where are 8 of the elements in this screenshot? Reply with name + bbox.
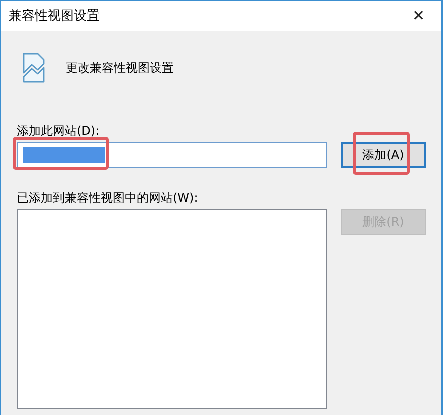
field-label: 添加此网站(D): (17, 123, 101, 139)
broken-page-icon (23, 53, 45, 83)
list-label: 已添加到兼容性视图中的网站(W): (17, 190, 200, 206)
window-title: 兼容性视图设置 (9, 8, 100, 25)
header-text: 更改兼容性视图设置 (66, 60, 174, 76)
close-button[interactable]: ✕ (397, 1, 441, 31)
website-field[interactable] (17, 142, 327, 168)
add-button[interactable]: 添加(A) (341, 142, 426, 168)
